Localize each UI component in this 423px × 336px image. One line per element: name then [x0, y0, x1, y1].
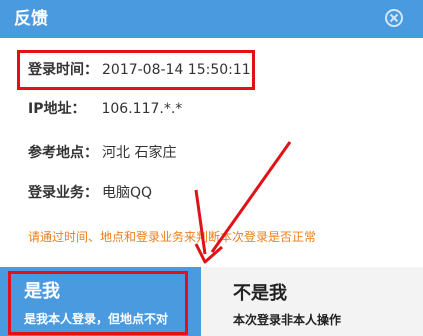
location-value: 河北 石家庄: [102, 145, 177, 161]
ip-value: 106.117.*.*: [101, 101, 183, 117]
is-me-subtitle: 是我本人登录，但地点不对: [24, 312, 169, 326]
ip-row: IP地址： 106.117.*.*: [28, 97, 182, 121]
window-title: 反馈: [14, 9, 48, 29]
close-icon: [389, 13, 399, 23]
notice-text: 请通过时间、地点和登录业务来判断本次登录是否正常: [28, 230, 317, 244]
not-me-button[interactable]: 不是我 本次登录非本人操作: [201, 267, 423, 336]
title-bar: 反馈: [0, 0, 423, 38]
close-button[interactable]: [385, 9, 403, 27]
location-label: 参考地点：: [28, 145, 98, 161]
service-value: 电脑QQ: [102, 185, 153, 201]
arrow-head: [194, 243, 223, 264]
login-time-label: 登录时间：: [28, 62, 98, 78]
not-me-title: 不是我: [233, 283, 287, 304]
service-label: 登录业务：: [28, 185, 98, 201]
service-row: 登录业务： 电脑QQ: [28, 181, 152, 205]
login-time-value: 2017-08-14 15:50:11: [102, 62, 251, 78]
is-me-title: 是我: [24, 281, 60, 302]
is-me-button[interactable]: 是我 是我本人登录，但地点不对: [0, 267, 201, 336]
ip-label: IP地址：: [28, 101, 86, 117]
location-row: 参考地点： 河北 石家庄: [28, 141, 176, 165]
login-time-row: 登录时间： 2017-08-14 15:50:11: [28, 58, 251, 82]
not-me-subtitle: 本次登录非本人操作: [233, 313, 342, 327]
